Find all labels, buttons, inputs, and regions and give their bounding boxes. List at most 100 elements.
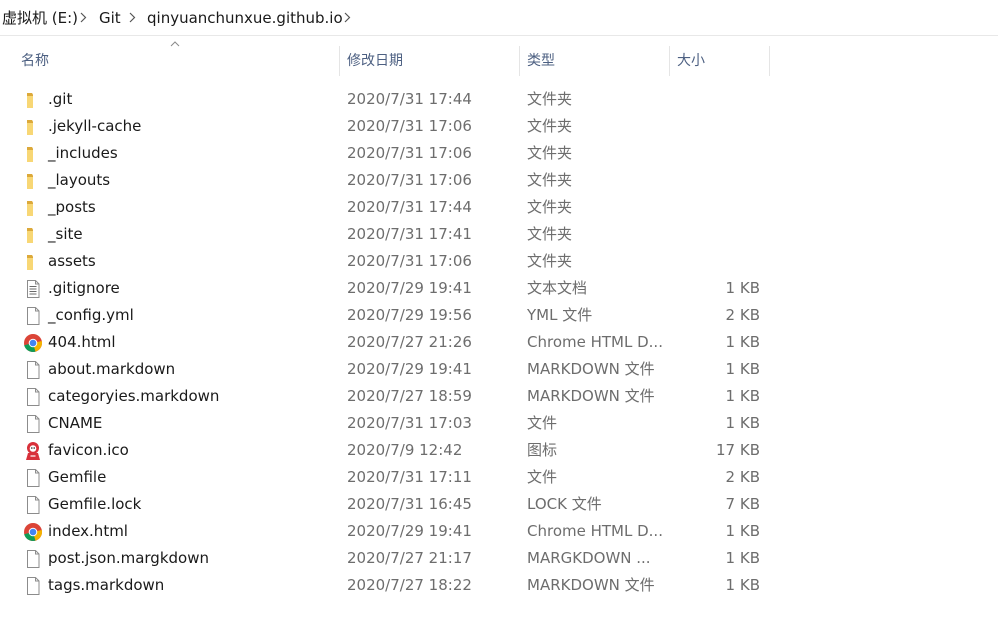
column-divider[interactable]: [669, 46, 670, 76]
file-modified-date: 2020/7/27 21:26: [347, 333, 472, 351]
file-row[interactable]: Gemfile 2020/7/31 17:11 文件 2 KB: [16, 464, 768, 491]
favicon-image-icon: [23, 441, 43, 461]
file-icon: [23, 576, 43, 596]
file-modified-date: 2020/7/27 21:17: [347, 549, 472, 567]
file-modified-date: 2020/7/29 19:41: [347, 279, 472, 297]
file-name: CNAME: [48, 414, 103, 432]
file-row[interactable]: .git 2020/7/31 17:44 文件夹: [16, 86, 768, 113]
file-type: Chrome HTML D...: [527, 522, 663, 540]
file-type: 文件夹: [527, 198, 573, 216]
column-divider[interactable]: [519, 46, 520, 76]
column-header-row: 名称 修改日期 类型 大小: [0, 44, 998, 78]
file-size: 2 KB: [725, 468, 760, 486]
folder-icon: [23, 90, 43, 110]
file-row[interactable]: _posts 2020/7/31 17:44 文件夹: [16, 194, 768, 221]
file-modified-date: 2020/7/9 12:42: [347, 441, 463, 459]
file-row[interactable]: _config.yml 2020/7/29 19:56 YML 文件 2 KB: [16, 302, 768, 329]
file-modified-date: 2020/7/31 17:03: [347, 414, 472, 432]
column-divider[interactable]: [769, 46, 770, 76]
file-name: _config.yml: [48, 306, 134, 324]
file-modified-date: 2020/7/31 17:06: [347, 117, 472, 135]
file-modified-date: 2020/7/29 19:56: [347, 306, 472, 324]
column-header-type[interactable]: 类型: [527, 44, 669, 78]
file-name: index.html: [48, 522, 128, 540]
file-icon: [23, 387, 43, 407]
file-icon: [23, 468, 43, 488]
file-type: 文件夹: [527, 252, 573, 270]
file-type: 文本文档: [527, 279, 588, 297]
folder-icon: [23, 171, 43, 191]
file-type: 文件: [527, 468, 558, 486]
file-type: 文件夹: [527, 144, 573, 162]
folder-icon: [23, 144, 43, 164]
file-row[interactable]: 404.html 2020/7/27 21:26 Chrome HTML D... 1…: [16, 329, 768, 356]
file-modified-date: 2020/7/31 17:06: [347, 171, 472, 189]
file-size: 1 KB: [725, 522, 760, 540]
file-modified-date: 2020/7/31 17:11: [347, 468, 472, 486]
file-modified-date: 2020/7/29 19:41: [347, 522, 472, 540]
folder-icon: [23, 225, 43, 245]
file-row[interactable]: _layouts 2020/7/31 17:06 文件夹: [16, 167, 768, 194]
file-row[interactable]: CNAME 2020/7/31 17:03 文件 1 KB: [16, 410, 768, 437]
file-row[interactable]: favicon.ico 2020/7/9 12:42 图标 17 KB: [16, 437, 768, 464]
file-icon: [23, 306, 43, 326]
file-modified-date: 2020/7/31 17:44: [347, 90, 472, 108]
file-name: _site: [48, 225, 83, 243]
file-type: LOCK 文件: [527, 495, 602, 513]
text-document-icon: [23, 279, 43, 299]
file-type: Chrome HTML D...: [527, 333, 663, 351]
breadcrumb-item-repo[interactable]: qinyuanchunxue.github.io: [147, 9, 343, 27]
file-modified-date: 2020/7/27 18:22: [347, 576, 472, 594]
file-row[interactable]: index.html 2020/7/29 19:41 Chrome HTML D..…: [16, 518, 768, 545]
file-row[interactable]: .jekyll-cache 2020/7/31 17:06 文件夹: [16, 113, 768, 140]
file-type: MARGKDOWN ...: [527, 549, 651, 567]
file-name: .gitignore: [48, 279, 120, 297]
file-modified-date: 2020/7/31 16:45: [347, 495, 472, 513]
file-row[interactable]: about.markdown 2020/7/29 19:41 MARKDOWN 文件…: [16, 356, 768, 383]
file-row[interactable]: assets 2020/7/31 17:06 文件夹: [16, 248, 768, 275]
file-type: 文件夹: [527, 90, 573, 108]
file-size: 1 KB: [725, 279, 760, 297]
file-type: 图标: [527, 441, 558, 459]
file-type: 文件夹: [527, 171, 573, 189]
file-type: MARKDOWN 文件: [527, 387, 655, 405]
folder-icon: [23, 198, 43, 218]
file-size: 17 KB: [716, 441, 760, 459]
file-icon: [23, 360, 43, 380]
column-header-size[interactable]: 大小: [677, 44, 769, 78]
file-row[interactable]: categoryies.markdown 2020/7/27 18:59 MARKD…: [16, 383, 768, 410]
file-icon: [23, 549, 43, 569]
file-row[interactable]: _site 2020/7/31 17:41 文件夹: [16, 221, 768, 248]
file-size: 1 KB: [725, 549, 760, 567]
column-header-date[interactable]: 修改日期: [347, 44, 519, 78]
file-row[interactable]: tags.markdown 2020/7/27 18:22 MARKDOWN 文件 1…: [16, 572, 768, 599]
file-name: _layouts: [48, 171, 111, 189]
file-row[interactable]: post.json.margkdown 2020/7/27 21:17 MARGKD…: [16, 545, 768, 572]
column-divider[interactable]: [339, 46, 340, 76]
file-name: .jekyll-cache: [48, 117, 142, 135]
file-name: Gemfile: [48, 468, 107, 486]
file-name: favicon.ico: [48, 441, 129, 459]
file-type: MARKDOWN 文件: [527, 576, 655, 594]
chevron-right-icon[interactable]: [344, 9, 351, 23]
file-name: assets: [48, 252, 96, 270]
breadcrumb-item-drive[interactable]: 虚拟机 (E:): [2, 9, 78, 27]
file-name: categoryies.markdown: [48, 387, 220, 405]
column-header-name[interactable]: 名称: [21, 44, 339, 78]
chevron-right-icon[interactable]: [129, 9, 136, 23]
file-size: 1 KB: [725, 414, 760, 432]
file-type: 文件夹: [527, 117, 573, 135]
file-name: post.json.margkdown: [48, 549, 209, 567]
file-row[interactable]: Gemfile.lock 2020/7/31 16:45 LOCK 文件 7 KB: [16, 491, 768, 518]
file-row[interactable]: .gitignore 2020/7/29 19:41 文本文档 1 KB: [16, 275, 768, 302]
file-name: 404.html: [48, 333, 116, 351]
file-row[interactable]: _includes 2020/7/31 17:06 文件夹: [16, 140, 768, 167]
breadcrumb-item-git[interactable]: Git: [99, 9, 121, 27]
address-bar[interactable]: 虚拟机 (E:) Git qinyuanchunxue.github.io: [0, 0, 998, 36]
file-name: _includes: [48, 144, 118, 162]
chrome-icon: [23, 522, 43, 542]
file-size: 2 KB: [725, 306, 760, 324]
chevron-right-icon[interactable]: [80, 9, 87, 23]
file-type: YML 文件: [527, 306, 593, 324]
file-modified-date: 2020/7/27 18:59: [347, 387, 472, 405]
